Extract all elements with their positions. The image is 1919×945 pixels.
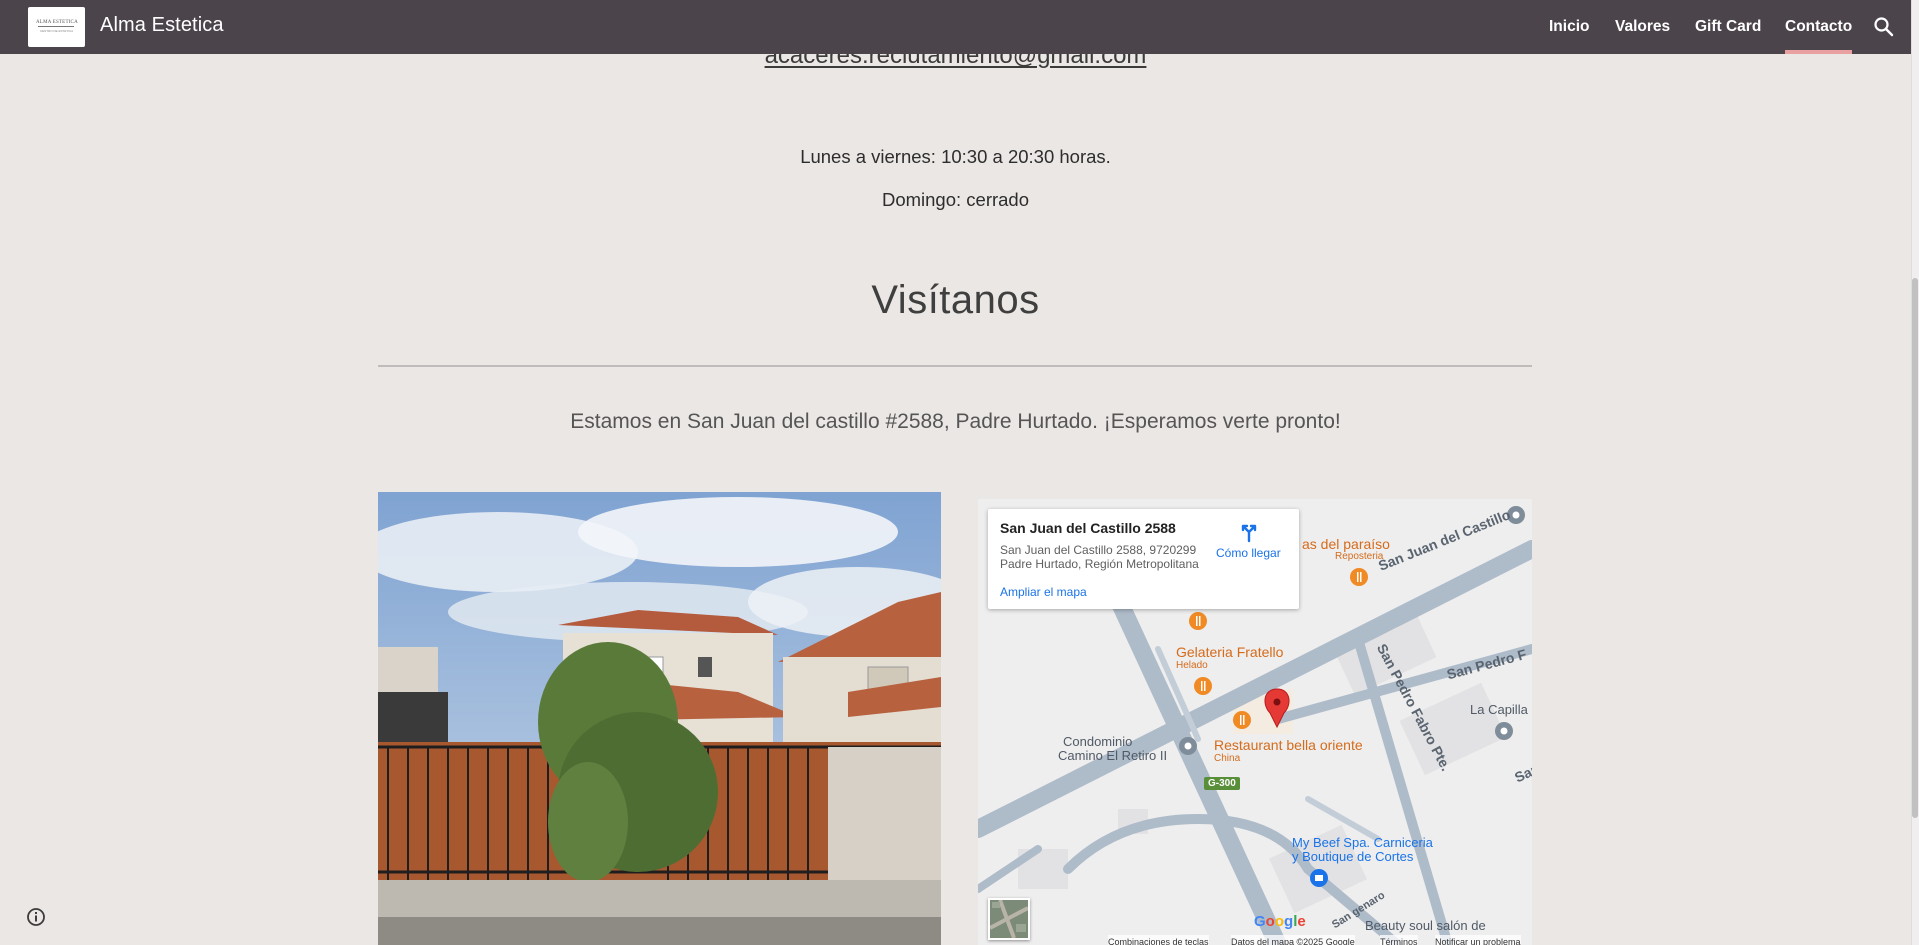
nav-item-inicio[interactable]: Inicio [1549, 0, 1589, 54]
map-poi-label: as del paraíso [1302, 536, 1390, 552]
search-icon[interactable] [1872, 15, 1896, 39]
place-address-line1: San Juan del Castillo 2588, 9720299 [1000, 543, 1197, 557]
site-logo[interactable]: ALMA ESTETICA CENTRO DE ESTETICA [28, 7, 85, 47]
map-poi-category: China [1214, 753, 1241, 764]
map-place-label: La Capilla [1470, 702, 1528, 717]
map-poi-label: y Boutique de Cortes [1292, 849, 1414, 864]
embedded-map[interactable]: as del paraíso Reposteria Gelateria Frat… [978, 499, 1532, 945]
hours-weekdays: Lunes a viernes: 10:30 a 20:30 horas. [800, 146, 1111, 167]
map-poi-category: Helado [1176, 660, 1208, 671]
map-place-label: Condominio [1063, 734, 1133, 749]
info-icon[interactable] [24, 905, 48, 929]
map-place-label: Camino El Retiro II [1058, 748, 1168, 763]
map-poi-label: Gelateria Fratello [1176, 644, 1284, 660]
map-route-label: G-300 [1208, 778, 1236, 789]
map-data-attribution: Datos del mapa ©2025 Google [1231, 935, 1355, 945]
site-title[interactable]: Alma Estetica [100, 14, 224, 37]
hours-sunday: Domingo: cerrado [881, 189, 1030, 210]
directions-icon[interactable] [1238, 521, 1260, 543]
report-problem-link[interactable]: Notificar un problema [1435, 935, 1521, 945]
place-title: San Juan del Castillo 2588 [1000, 520, 1176, 536]
storefront-photo [378, 492, 941, 945]
section-title: Visítanos [871, 278, 1040, 322]
top-app-bar: ALMA ESTETICA CENTRO DE ESTETICA Alma Es… [0, 0, 1911, 54]
nav-item-contacto[interactable]: Contacto [1785, 0, 1853, 54]
keyboard-shortcuts-link[interactable]: Combinaciones de teclas [1108, 935, 1209, 945]
map-poi-label: Beauty soul salón de [1365, 918, 1486, 933]
divider [378, 365, 1532, 367]
terms-link[interactable]: Términos [1380, 935, 1418, 945]
map-place-card: San Juan del Castillo 2588 San Juan del … [988, 509, 1299, 609]
scrollbar-thumb[interactable] [1912, 278, 1918, 818]
map-poi-label: Restaurant bella oriente [1214, 737, 1363, 753]
map-poi-label: My Beef Spa. Carniceria [1292, 835, 1433, 850]
nav-item-gift-card[interactable]: Gift Card [1695, 0, 1761, 54]
directions-link[interactable]: Cómo llegar [1216, 546, 1281, 560]
nav-item-valores[interactable]: Valores [1615, 0, 1670, 54]
enlarge-map-link[interactable]: Ampliar el mapa [1000, 585, 1087, 599]
google-logo: Google [1254, 913, 1306, 930]
logo-text: ALMA ESTETICA [36, 20, 78, 25]
section-description: Estamos en San Juan del castillo #2588, … [570, 410, 1341, 433]
place-address-line2: Padre Hurtado, Región Metropolitana [1000, 557, 1199, 571]
logo-subtext: CENTRO DE ESTETICA [40, 29, 74, 33]
map-layer-toggle[interactable] [988, 898, 1030, 940]
